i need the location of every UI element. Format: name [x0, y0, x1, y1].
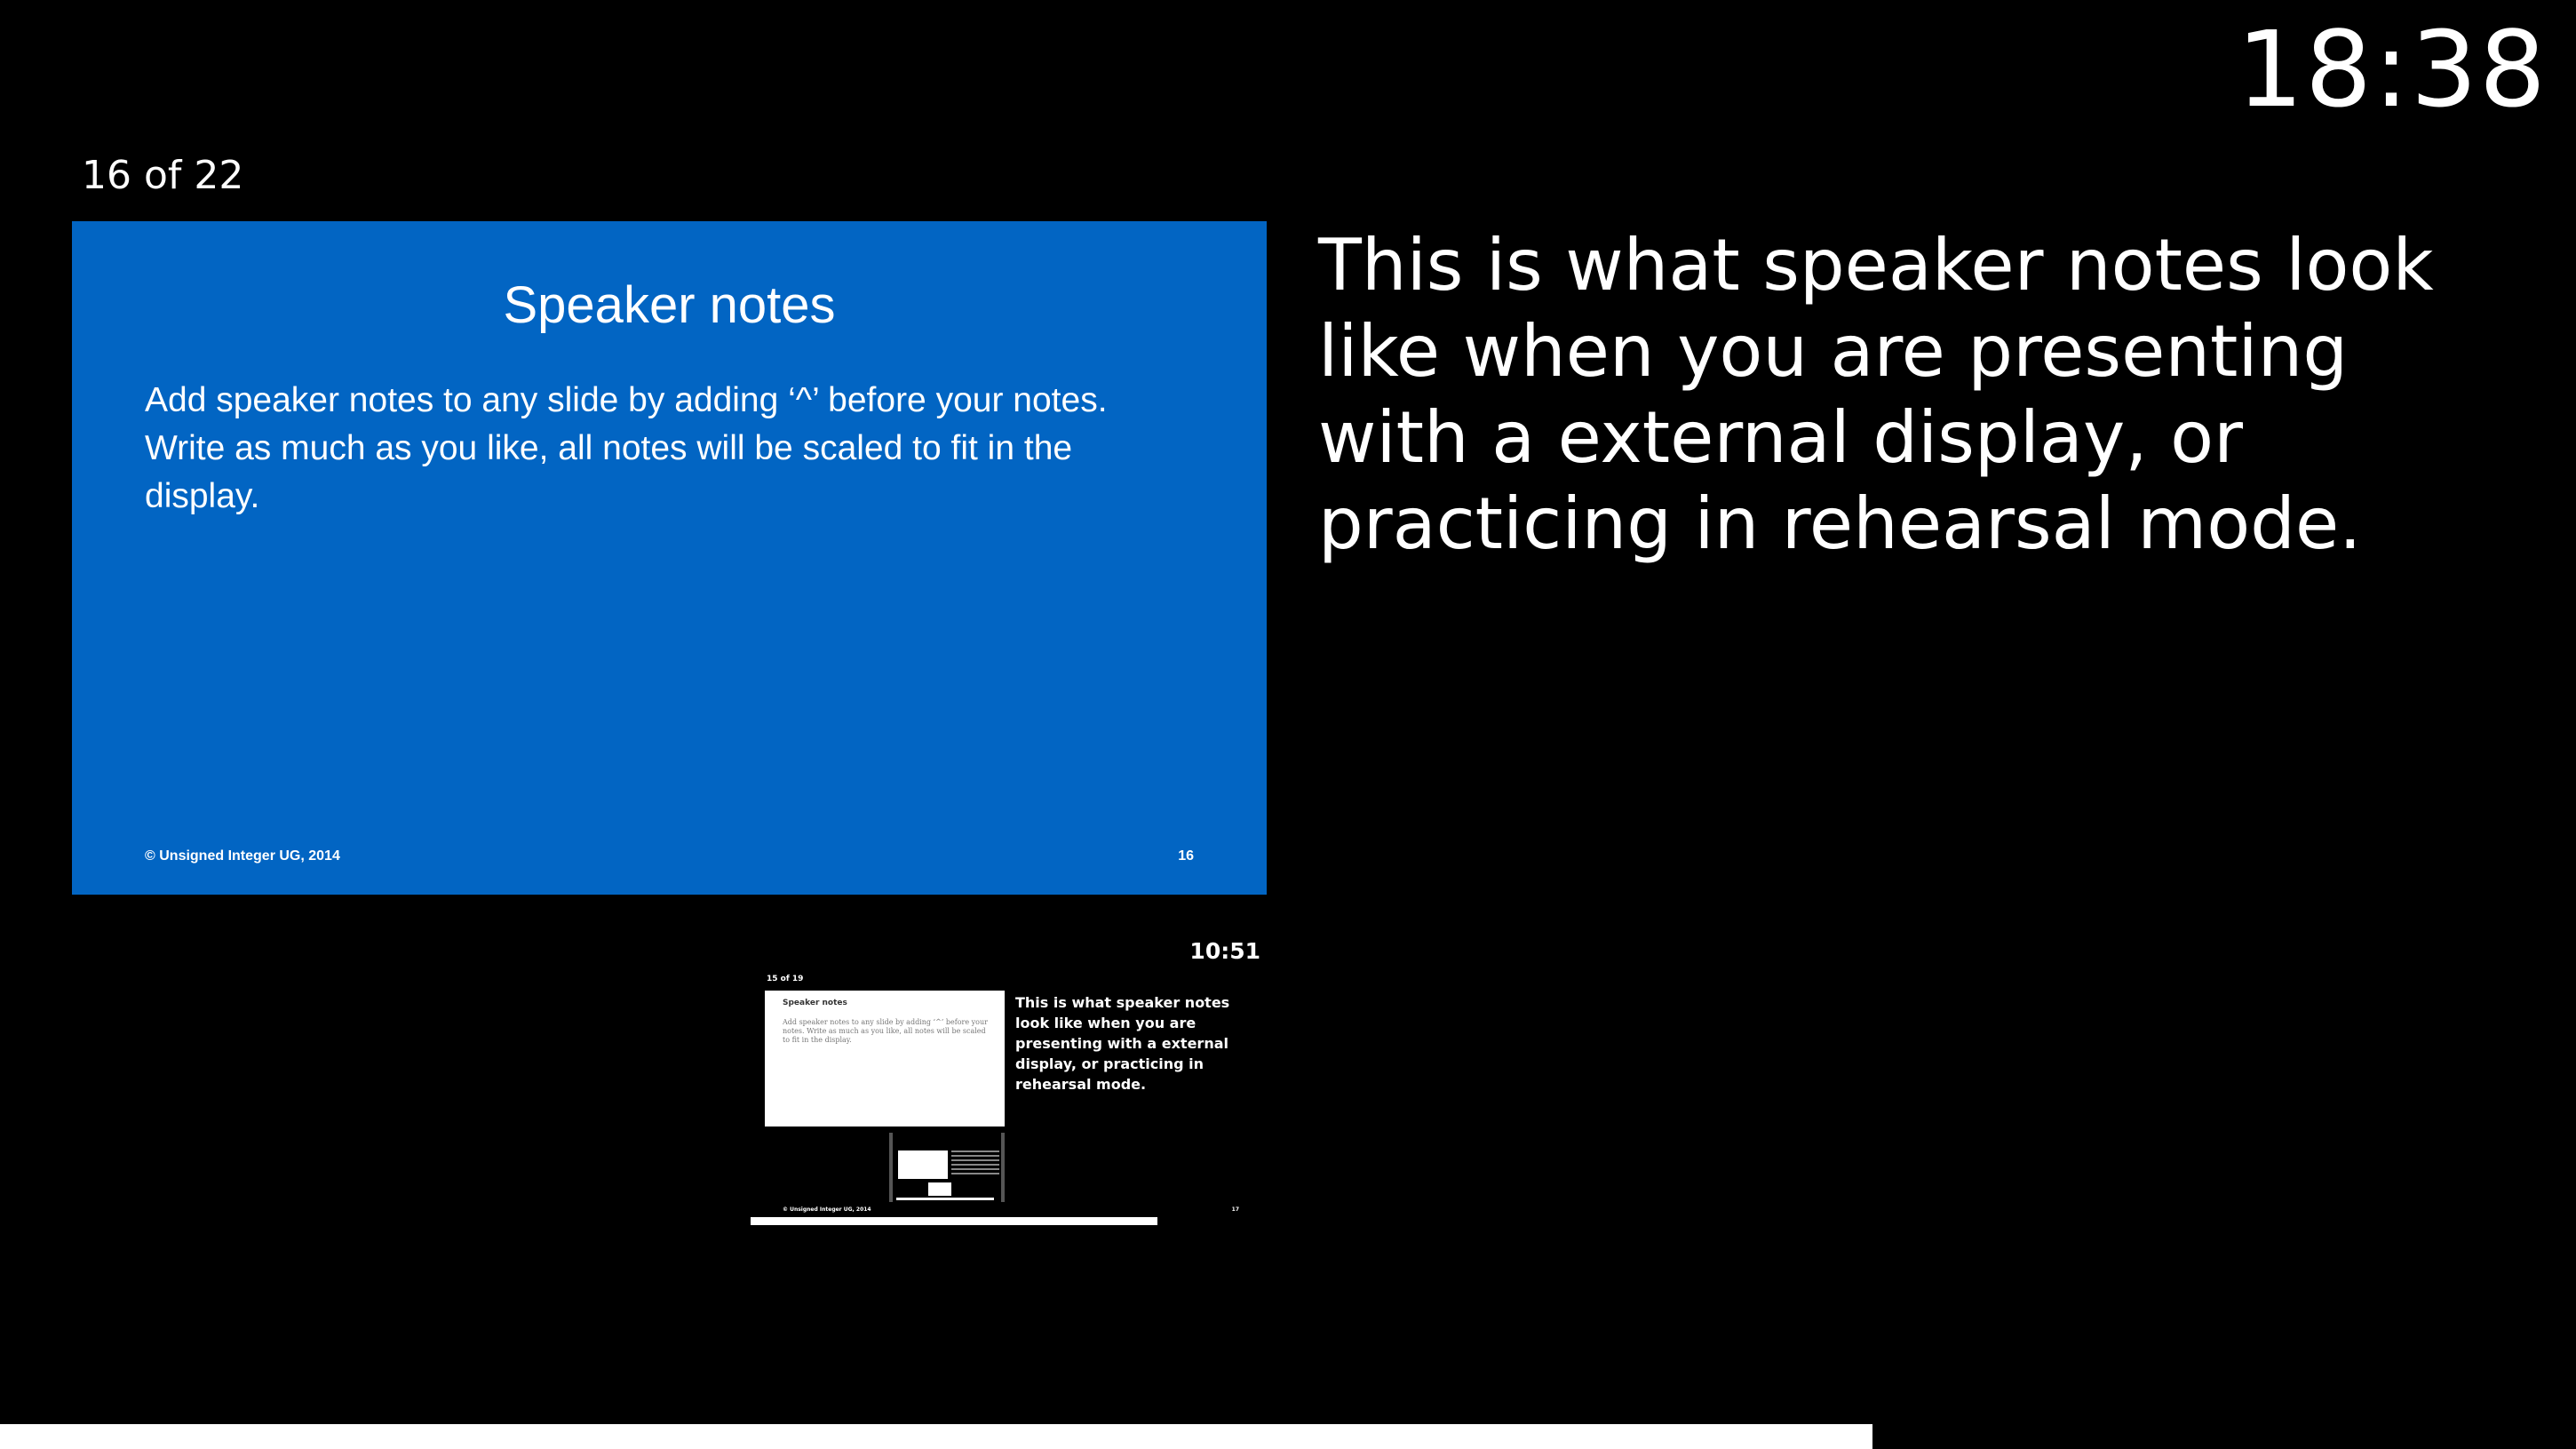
next-slide-copyright: © Unsigned Integer UG, 2014: [783, 1206, 871, 1213]
progress-track: [0, 1424, 2576, 1449]
nested-inner-slide: [928, 1182, 951, 1196]
next-slide-title: Speaker notes: [783, 999, 847, 1007]
next-slide-counter: 15 of 19: [767, 975, 804, 983]
progress-bar: [0, 1424, 1873, 1449]
slide-title: Speaker notes: [503, 276, 836, 334]
next-slide-number: 17: [1231, 1206, 1239, 1213]
current-slide: Speaker notes Add speaker notes to any s…: [72, 221, 1267, 895]
nested-preview: [889, 1133, 1005, 1202]
nested-progress-bar: [896, 1198, 994, 1200]
speaker-notes: This is what speaker notes look like whe…: [1318, 224, 2434, 565]
next-slide-footer: © Unsigned Integer UG, 2014 17: [783, 1206, 1239, 1213]
next-slide-thumbnail: Speaker notes Add speaker notes to any s…: [765, 991, 1005, 1127]
next-slide-progress-bar: [751, 1217, 1158, 1225]
slide-footer: © Unsigned Integer UG, 2014 16: [145, 848, 1194, 864]
clock: 18:38: [2236, 8, 2548, 131]
next-slide-clock: 10:51: [1189, 938, 1260, 964]
slide-counter: 16 of 22: [82, 153, 244, 198]
nested-slide: [898, 1150, 948, 1179]
next-slide-body: Add speaker notes to any slide by adding…: [783, 1018, 988, 1044]
next-slide-notes: This is what speaker notes look like whe…: [1015, 994, 1230, 1093]
slide-copyright: © Unsigned Integer UG, 2014: [145, 848, 340, 864]
next-slide-preview[interactable]: 10:51 15 of 19 Speaker notes Add speaker…: [751, 933, 1266, 1226]
slide-body: Add speaker notes to any slide by adding…: [145, 381, 1108, 515]
slide-number: 16: [1178, 848, 1194, 864]
nested-notes: [951, 1150, 999, 1175]
